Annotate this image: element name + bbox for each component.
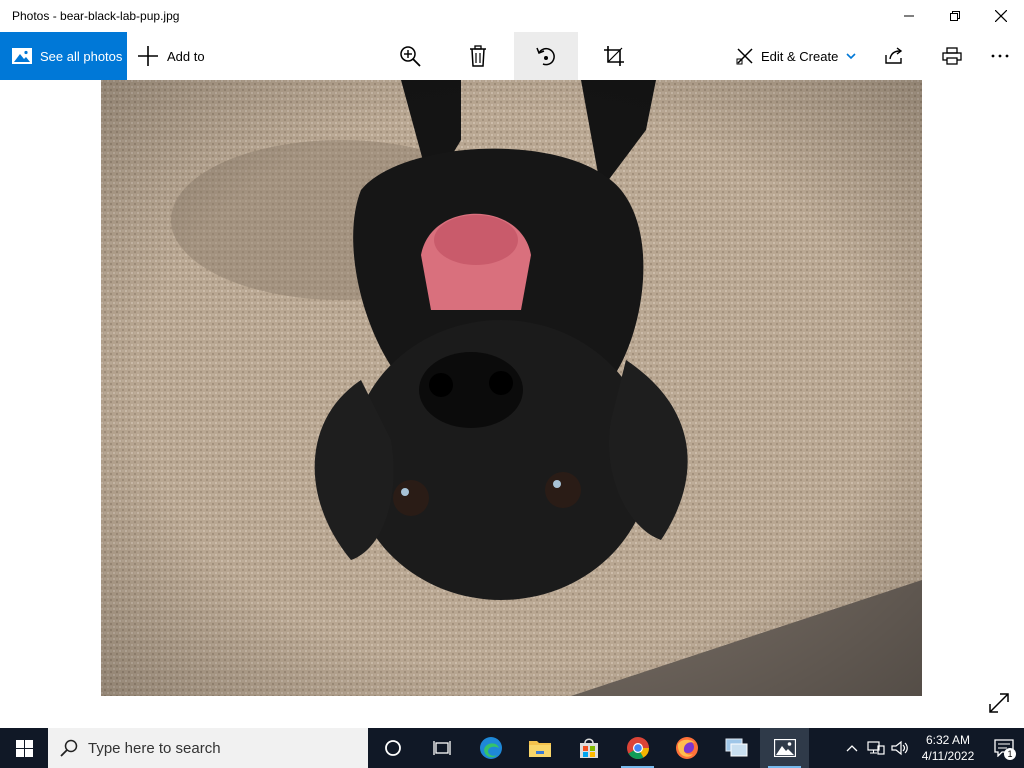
see-all-photos-label: See all photos	[40, 48, 123, 64]
edit-create-label: Edit & Create	[761, 48, 839, 64]
close-icon	[995, 10, 1007, 22]
firefox-icon	[675, 737, 698, 759]
windows-logo-icon	[15, 739, 33, 757]
see-all-photos-button[interactable]: See all photos	[0, 32, 127, 80]
command-bar: See all photos Add to Edit & Create	[0, 32, 1024, 80]
add-to-label: Add to	[167, 48, 205, 64]
print-icon	[942, 47, 962, 65]
minimize-icon	[904, 15, 914, 17]
taskbar-search-box[interactable]: Type here to search	[48, 728, 368, 768]
photo-image[interactable]	[101, 80, 922, 696]
edge-icon	[479, 737, 502, 759]
cortana-icon	[384, 740, 401, 756]
volume-icon	[891, 740, 908, 756]
delete-button[interactable]	[446, 32, 510, 80]
action-center-button[interactable]: 1	[984, 728, 1024, 768]
crop-icon	[604, 46, 624, 66]
share-button[interactable]	[862, 32, 926, 80]
cortana-button[interactable]	[368, 728, 417, 768]
photos-app[interactable]	[760, 728, 809, 768]
zoom-in-icon	[400, 46, 421, 67]
add-to-button[interactable]: Add to	[137, 32, 205, 80]
rotate-icon	[536, 47, 555, 66]
store-app[interactable]	[564, 728, 613, 768]
crop-button[interactable]	[582, 32, 646, 80]
system-tray: 6:32 AM 4/11/2022 1	[840, 728, 1024, 768]
firefox-app[interactable]	[662, 728, 711, 768]
network-status-button[interactable]	[864, 728, 888, 768]
minimize-button[interactable]	[886, 0, 932, 32]
more-button[interactable]	[968, 32, 1024, 80]
clock-time: 6:32 AM	[925, 733, 971, 747]
network-icon	[867, 741, 885, 755]
computer-network-icon	[725, 738, 747, 757]
restore-button[interactable]	[932, 0, 978, 32]
expand-icon[interactable]	[988, 692, 1010, 714]
rotate-button[interactable]	[514, 32, 578, 80]
file-explorer-app[interactable]	[515, 728, 564, 768]
clock-date: 4/11/2022	[921, 749, 975, 763]
task-view-button[interactable]	[417, 728, 466, 768]
show-hidden-icons-button[interactable]	[840, 728, 864, 768]
taskbar-clock[interactable]: 6:32 AM 4/11/2022	[912, 732, 984, 764]
edge-app[interactable]	[466, 728, 515, 768]
trash-icon	[470, 45, 486, 67]
restore-icon	[950, 11, 960, 21]
share-icon	[885, 47, 903, 64]
task-view-icon	[432, 741, 451, 755]
chrome-app[interactable]	[613, 728, 662, 768]
photo-viewer[interactable]	[0, 80, 1024, 728]
gallery-icon	[12, 48, 32, 64]
window-title: Photos - bear-black-lab-pup.jpg	[12, 9, 180, 23]
taskbar: Type here to search 6:32 AM 4/11/2022 1	[0, 728, 1024, 768]
chevron-down-icon	[846, 53, 856, 60]
edit-create-button[interactable]: Edit & Create	[736, 32, 856, 80]
photos-icon	[773, 739, 796, 757]
store-icon	[579, 738, 598, 758]
folder-icon	[528, 741, 551, 757]
chevron-up-icon	[846, 745, 858, 752]
title-bar: Photos - bear-black-lab-pup.jpg	[0, 0, 1024, 32]
edit-create-icon	[736, 48, 753, 65]
zoom-button[interactable]	[378, 32, 442, 80]
network-app[interactable]	[711, 728, 760, 768]
plus-icon	[138, 46, 158, 66]
start-button[interactable]	[0, 728, 48, 768]
chrome-icon	[626, 737, 649, 759]
search-placeholder: Type here to search	[88, 739, 221, 757]
volume-button[interactable]	[888, 728, 912, 768]
more-icon	[991, 54, 1009, 58]
search-icon	[60, 739, 78, 757]
puppy-photo-graphic	[101, 80, 922, 696]
notification-count-badge: 1	[1004, 748, 1016, 760]
close-button[interactable]	[978, 0, 1024, 32]
